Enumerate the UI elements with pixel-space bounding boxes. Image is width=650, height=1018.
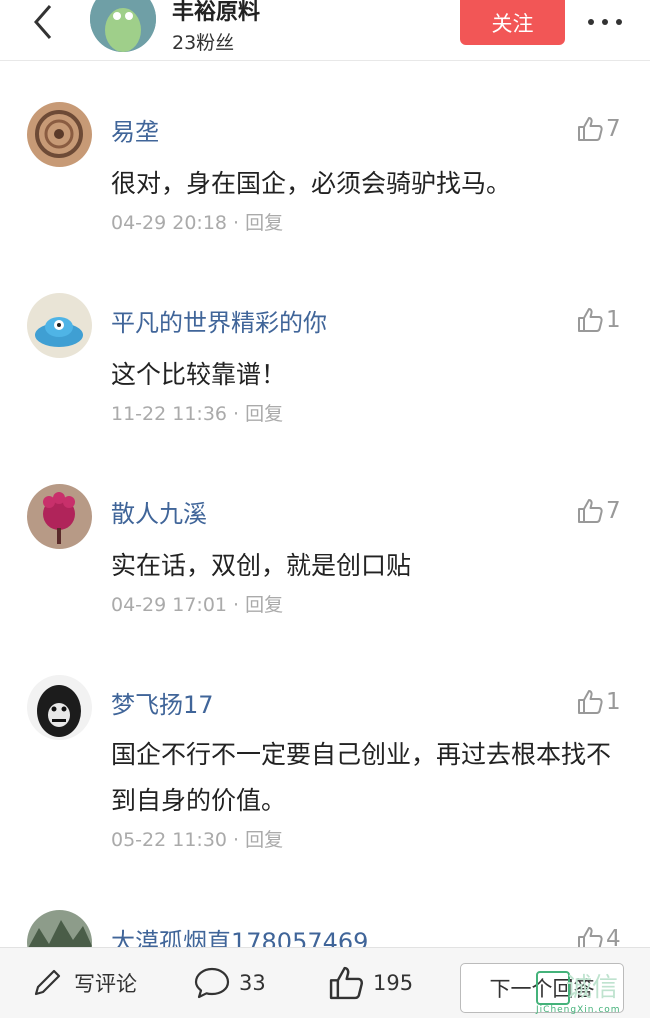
comment-text: 实在话，双创，就是创口贴 <box>111 551 412 580</box>
meta-separator: · <box>227 594 246 616</box>
write-comment-label: 写评论 <box>74 972 137 996</box>
like-button[interactable]: 7 <box>576 115 621 143</box>
top-bar: 丰裕原料 23粉丝 关注 <box>0 0 650 61</box>
avatar[interactable] <box>27 293 92 358</box>
avatar[interactable] <box>27 102 92 167</box>
thumbs-up-icon <box>578 117 603 141</box>
reply-button[interactable]: 回复 <box>245 594 283 616</box>
thumbs-up-icon <box>578 308 603 332</box>
like-count: 1 <box>606 307 621 333</box>
chevron-left-icon <box>34 5 52 39</box>
commenter-name[interactable]: 梦飞扬17 <box>111 685 214 720</box>
comment-text: 这个比较靠谱！ <box>111 360 287 389</box>
comment-text: 国企不行不一定要自己创业，再过去根本找不到自身的价值。 <box>111 740 612 815</box>
comment-meta: 11-22 11:36 · 回复 <box>111 399 283 426</box>
thumbs-up-icon <box>578 499 603 523</box>
back-button[interactable] <box>28 2 62 42</box>
comment-count: 33 <box>239 971 266 995</box>
more-options-button[interactable] <box>586 14 624 28</box>
follow-button[interactable]: 关注 <box>460 0 565 45</box>
avatar[interactable] <box>27 675 92 740</box>
comment-text: 很对，身在国企，必须会骑驴找马。 <box>111 169 512 198</box>
comments-button[interactable]: 33 <box>193 948 266 1018</box>
thumbs-up-icon <box>329 966 363 1000</box>
more-dots-icon <box>588 19 622 25</box>
watermark-text: 诚信 <box>566 973 619 1003</box>
commenter-name[interactable]: 易垄 <box>111 112 159 147</box>
like-total: 195 <box>373 971 414 995</box>
comment-time: 05-22 11:30 <box>111 829 228 851</box>
like-button[interactable]: 7 <box>576 497 621 525</box>
pencil-icon <box>34 969 61 996</box>
thumbs-up-icon <box>578 690 603 714</box>
like-count: 7 <box>606 498 621 524</box>
comment-meta: 04-29 17:01 · 回复 <box>111 590 283 617</box>
comment-meta: 04-29 20:18 · 回复 <box>111 208 283 235</box>
like-count: 7 <box>606 116 621 142</box>
author-avatar[interactable] <box>90 0 156 52</box>
reply-button[interactable]: 回复 <box>245 212 283 234</box>
write-comment-button[interactable]: 写评论 <box>30 948 137 1018</box>
like-button[interactable]: 1 <box>576 688 621 716</box>
meta-separator: · <box>227 212 246 234</box>
reply-button[interactable]: 回复 <box>245 829 283 851</box>
like-count: 1 <box>606 689 621 715</box>
like-article-button[interactable]: 195 <box>327 948 413 1018</box>
speech-bubble-icon <box>194 967 230 999</box>
commenter-name[interactable]: 平凡的世界精彩的你 <box>111 303 327 338</box>
fans-count: 23粉丝 <box>172 32 235 54</box>
author-name[interactable]: 丰裕原料 <box>172 0 260 26</box>
meta-separator: · <box>227 403 246 425</box>
comment-time: 04-29 20:18 <box>111 212 228 234</box>
like-button[interactable]: 1 <box>576 306 621 334</box>
avatar[interactable] <box>27 484 92 549</box>
watermark-logo: 诚信 JiChengXin.com <box>536 967 650 1017</box>
watermark-box-icon <box>536 971 570 1005</box>
meta-separator: · <box>227 829 246 851</box>
commenter-name[interactable]: 散人九溪 <box>111 494 207 529</box>
comment-meta: 05-22 11:30 · 回复 <box>111 825 283 852</box>
reply-button[interactable]: 回复 <box>245 403 283 425</box>
comment-time: 11-22 11:36 <box>111 403 228 425</box>
comment-time: 04-29 17:01 <box>111 594 228 616</box>
watermark-url: JiChengXin.com <box>536 1005 621 1015</box>
